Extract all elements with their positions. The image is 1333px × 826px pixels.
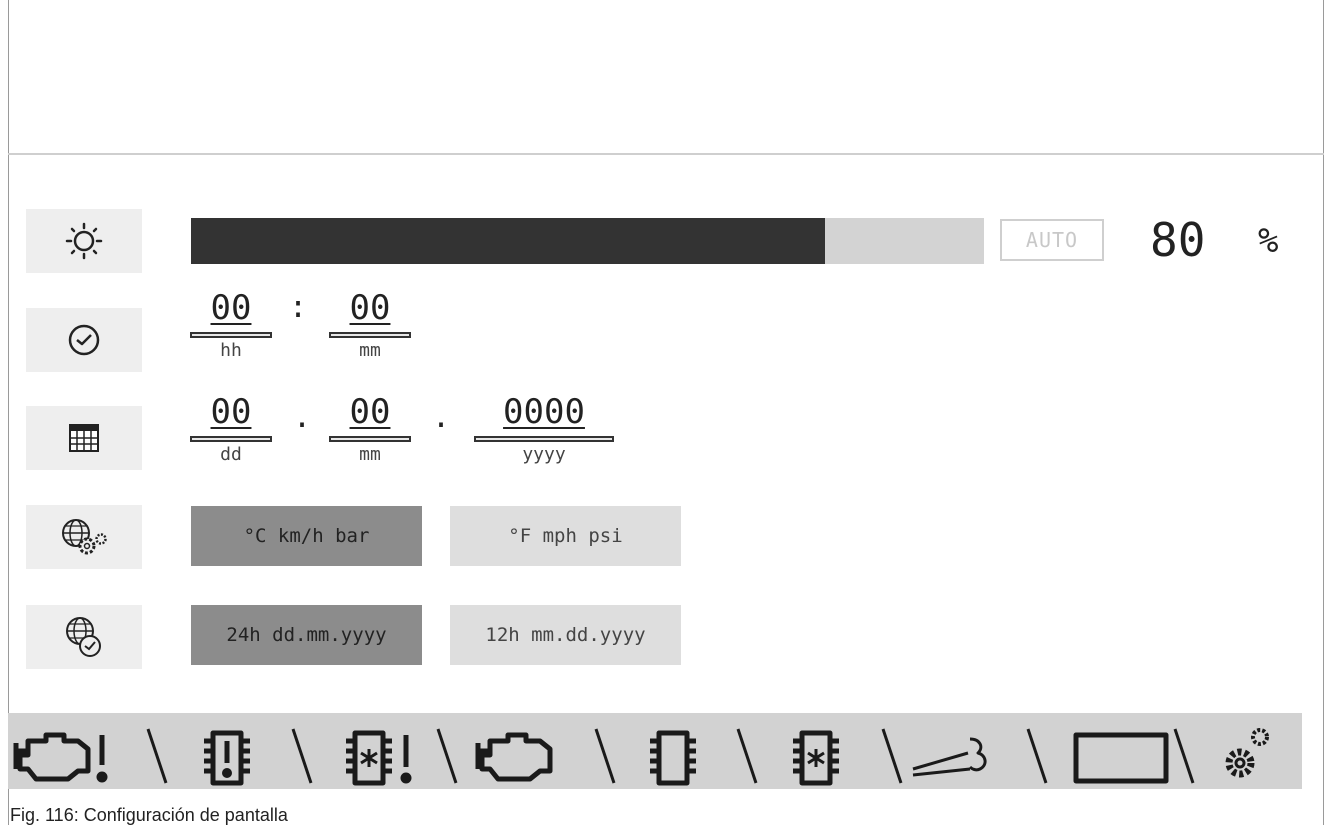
divider-7 [1026,728,1048,784]
calendar-icon [69,424,99,452]
status-icon-bar [8,713,1302,789]
day-label: dd [220,444,242,465]
hours-value: 00 [210,288,252,328]
minutes-value: 00 [349,288,391,328]
date-separator-1: . [293,400,312,435]
units-button[interactable] [26,505,142,569]
engine-warning-icon [13,732,108,783]
minutes-label: mm [359,340,381,361]
header-divider [8,153,1324,155]
exhaust-icon [912,737,987,777]
chip-warning-icon [204,730,250,786]
format-24h-button[interactable]: 24h dd.mm.yyyy [191,605,422,665]
month-label: mm [359,444,381,465]
year-value: 0000 [503,392,585,432]
hours-label: hh [220,340,242,361]
clock-icon [68,324,100,356]
gears-icon [1225,728,1269,778]
auto-brightness-button[interactable]: AUTO [1000,219,1104,261]
globe-clock-icon [66,617,101,657]
day-value: 00 [210,392,252,432]
divider-1 [146,728,168,784]
time-separator: : [289,290,308,325]
chip-star-icon [793,730,839,786]
year-field[interactable]: 0000 yyyy [474,392,614,468]
brightness-level-fill [191,218,826,264]
date-button[interactable] [26,406,142,470]
divider-2 [291,728,313,784]
format-12h-button[interactable]: 12h mm.dd.yyyy [450,605,681,665]
datetime-format-button[interactable] [26,605,142,669]
engine-icon [475,732,553,782]
brightness-unit: % [1258,221,1279,261]
brightness-slider[interactable] [191,218,984,264]
metric-units-button[interactable]: °C km/h bar [191,506,422,566]
divider-4 [594,728,616,784]
brightness-button[interactable] [26,209,142,273]
month-value: 00 [349,392,391,432]
hours-field[interactable]: 00 hh [190,288,272,364]
figure-caption: Fig. 116: Configuración de pantalla [10,805,288,825]
chip-icon [650,730,696,786]
date-separator-2: . [432,400,451,435]
year-label: yyyy [522,444,566,465]
divider-6 [881,728,903,784]
month-field[interactable]: 00 mm [329,392,411,468]
day-field[interactable]: 00 dd [190,392,272,468]
time-button[interactable] [26,308,142,372]
divider-8 [1173,728,1195,784]
divider-3 [436,728,458,784]
globe-gears-icon [62,519,107,555]
sun-icon [65,222,103,260]
rectangle-icon [1073,732,1169,784]
divider-5 [736,728,758,784]
imperial-units-button[interactable]: °F mph psi [450,506,681,566]
brightness-value: 80 [1150,213,1206,267]
minutes-field[interactable]: 00 mm [329,288,411,364]
chip-star-warning-icon [346,730,412,786]
